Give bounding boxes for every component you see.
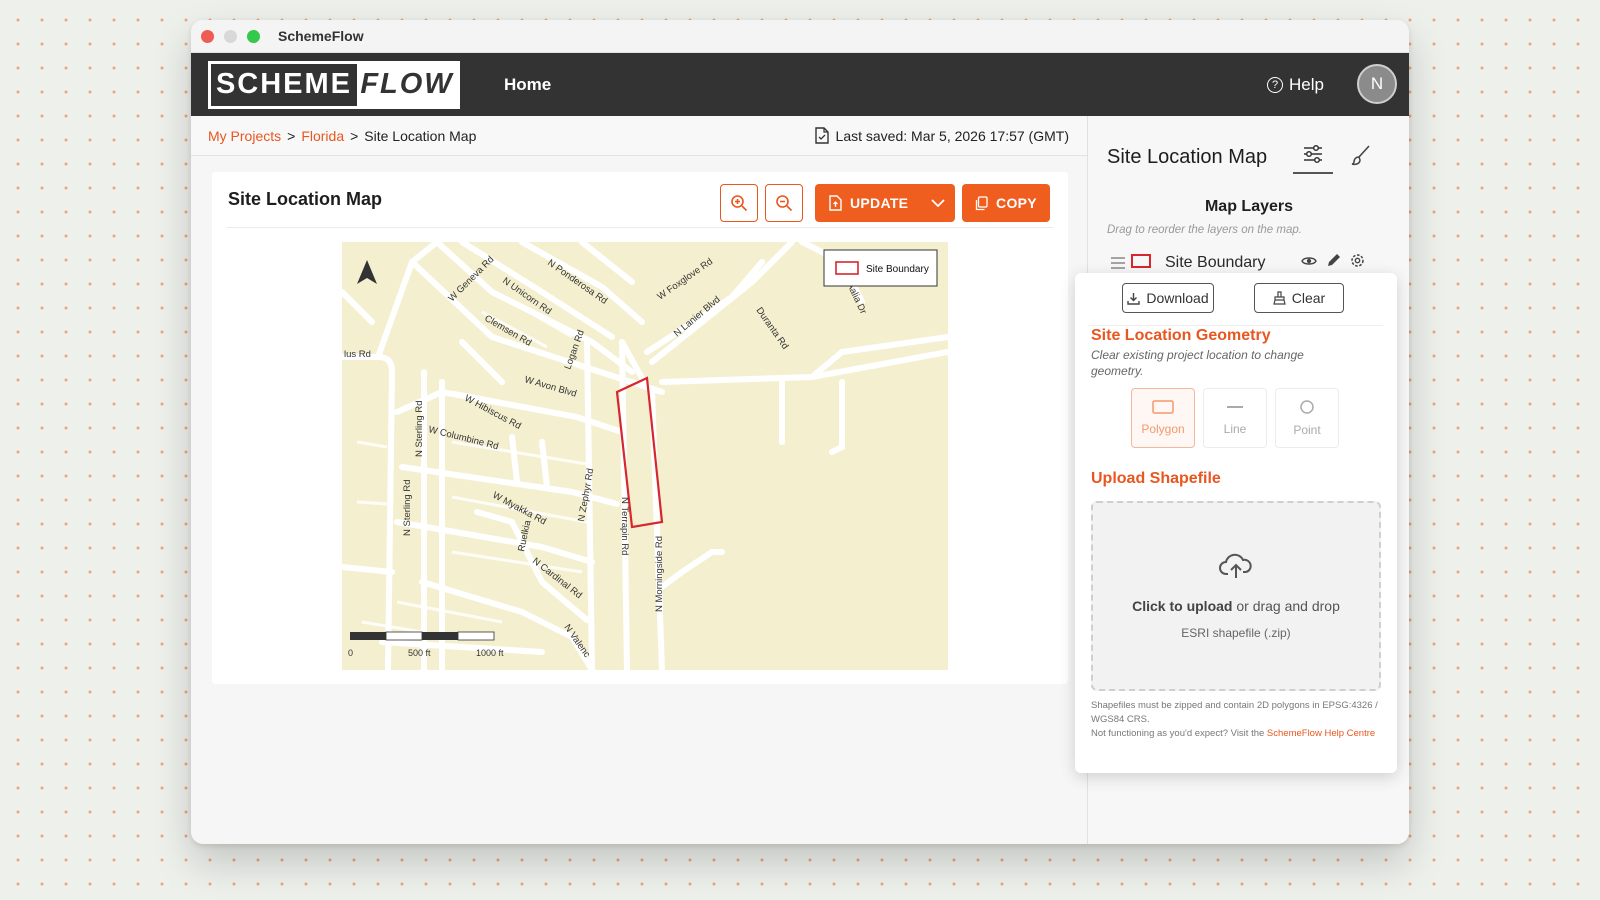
broom-icon [1272,291,1286,305]
zoom-in-icon [731,195,748,212]
maximize-window-button[interactable] [247,29,260,43]
breadcrumb-my-projects[interactable]: My Projects [208,128,281,144]
chevron-down-icon[interactable] [931,198,945,208]
card-title: Site Location Map [228,189,383,209]
shapefile-requirements: Shapefiles must be zipped and contain 2D… [1091,700,1378,725]
logo-flow: FLOW [357,63,457,106]
street-label: N Sterling Rd [414,401,425,458]
window-title: SchemeFlow [278,28,364,44]
geometry-desc: Clear existing project location to chang… [1091,348,1304,378]
tab-layers[interactable] [1293,136,1333,174]
pencil-icon[interactable] [1326,253,1341,268]
shapefile-dropzone[interactable]: Click to upload or drag and drop ESRI sh… [1091,501,1381,691]
geometry-option-label: Polygon [1141,422,1185,436]
scale-label: 500 ft [408,648,431,658]
logo-scheme: SCHEME [211,63,357,106]
file-update-icon [829,195,842,211]
breadcrumb-separator: > [287,127,296,144]
help-link[interactable]: ? Help [1267,75,1324,95]
update-button[interactable]: UPDATE [815,184,955,222]
legend-label: Site Boundary [866,264,929,275]
breadcrumb-florida[interactable]: Florida [301,128,344,144]
zoom-in-button[interactable] [720,184,758,222]
map-legend: Site Boundary [823,249,938,287]
copy-icon [975,195,988,210]
tab-style[interactable] [1341,136,1381,174]
cloud-upload-icon [1219,553,1252,578]
upload-file-type: ESRI shapefile (.zip) [1181,626,1291,640]
help-note-text: Not functioning as you'd expect? Visit t… [1091,728,1267,739]
avatar[interactable]: N [1357,64,1397,104]
street-label: N Terrapin Rd [619,497,630,555]
zoom-out-button[interactable] [765,184,803,222]
street-label: N Sterling Rd [402,480,413,537]
main-area: My Projects > Florida > Site Location Ma… [191,116,1088,844]
site-map[interactable]: N Ponderosa Rd W Foxglove Rd W Geneva Rd… [342,242,948,670]
nav-home-link[interactable]: Home [504,75,551,95]
map-card: Site Location Map UPDATE COPY N Ponderos… [212,172,1068,684]
update-label: UPDATE [850,195,909,211]
geometry-title: Site Location Geometry [1091,327,1271,344]
copy-button[interactable]: COPY [962,184,1050,222]
close-window-button[interactable] [201,29,214,43]
upload-instructions-rest: or drag and drop [1232,598,1340,614]
layers-title: Map Layers [1204,198,1294,215]
top-nav: SCHEME FLOW Home ? Help N [191,53,1409,116]
minimize-window-button[interactable] [224,29,237,43]
logo[interactable]: SCHEME FLOW [208,60,460,109]
layer-options-popover: Download Clear Site Location Geometry Cl… [1075,273,1397,773]
layer-swatch [1131,254,1151,268]
clear-label: Clear [1291,290,1326,306]
upload-instructions: Click to upload or drag and drop [1132,598,1340,614]
street-label: lus Rd [344,349,371,360]
help-centre-link[interactable]: SchemeFlow Help Centre [1267,728,1375,739]
circle-icon [1300,400,1314,414]
drag-handle-icon[interactable] [1111,257,1125,269]
download-button[interactable]: Download [1122,283,1214,313]
last-saved: Last saved: Mar 5, 2026 17:57 (GMT) [814,127,1069,144]
map-canvas: N Ponderosa Rd W Foxglove Rd W Geneva Rd… [342,242,948,670]
geometry-option-label: Line [1223,422,1247,436]
geometry-line-option[interactable]: Line [1203,388,1267,448]
download-icon [1127,292,1141,305]
layers-hint: Drag to reorder the layers on the map. [1107,224,1302,236]
clear-button[interactable]: Clear [1254,283,1344,313]
line-icon [1227,406,1243,408]
geometry-option-label: Point [1293,423,1321,437]
street-label: N Morningside Rd [654,536,665,612]
breadcrumb-separator: > [350,127,359,144]
upload-link[interactable]: Click to upload [1132,598,1232,614]
brush-icon [1351,145,1370,166]
breadcrumb-current: Site Location Map [364,127,477,144]
document-icon [814,127,829,144]
rectangle-icon [1152,400,1174,414]
help-icon: ? [1267,77,1284,93]
download-label: Download [1146,290,1209,306]
gear-icon[interactable] [1349,252,1366,269]
layer-name: Site Boundary [1165,254,1266,271]
breadcrumb: My Projects > Florida > Site Location Ma… [191,116,1087,156]
copy-label: COPY [996,195,1037,211]
sliders-icon [1304,144,1322,164]
title-bar: SchemeFlow [191,20,1409,53]
eye-icon[interactable] [1301,255,1317,267]
panel-title: Site Location Map [1107,146,1268,168]
scale-label: 0 [348,648,353,658]
last-saved-text: Last saved: Mar 5, 2026 17:57 (GMT) [835,127,1069,144]
geometry-polygon-option[interactable]: Polygon [1131,388,1195,448]
help-label: Help [1289,75,1324,94]
help-note: Not functioning as you'd expect? Visit t… [1091,727,1383,741]
upload-title: Upload Shapefile [1091,470,1221,487]
zoom-out-icon [776,195,793,212]
geometry-point-option[interactable]: Point [1275,388,1339,448]
scale-label: 1000 ft [476,648,504,658]
